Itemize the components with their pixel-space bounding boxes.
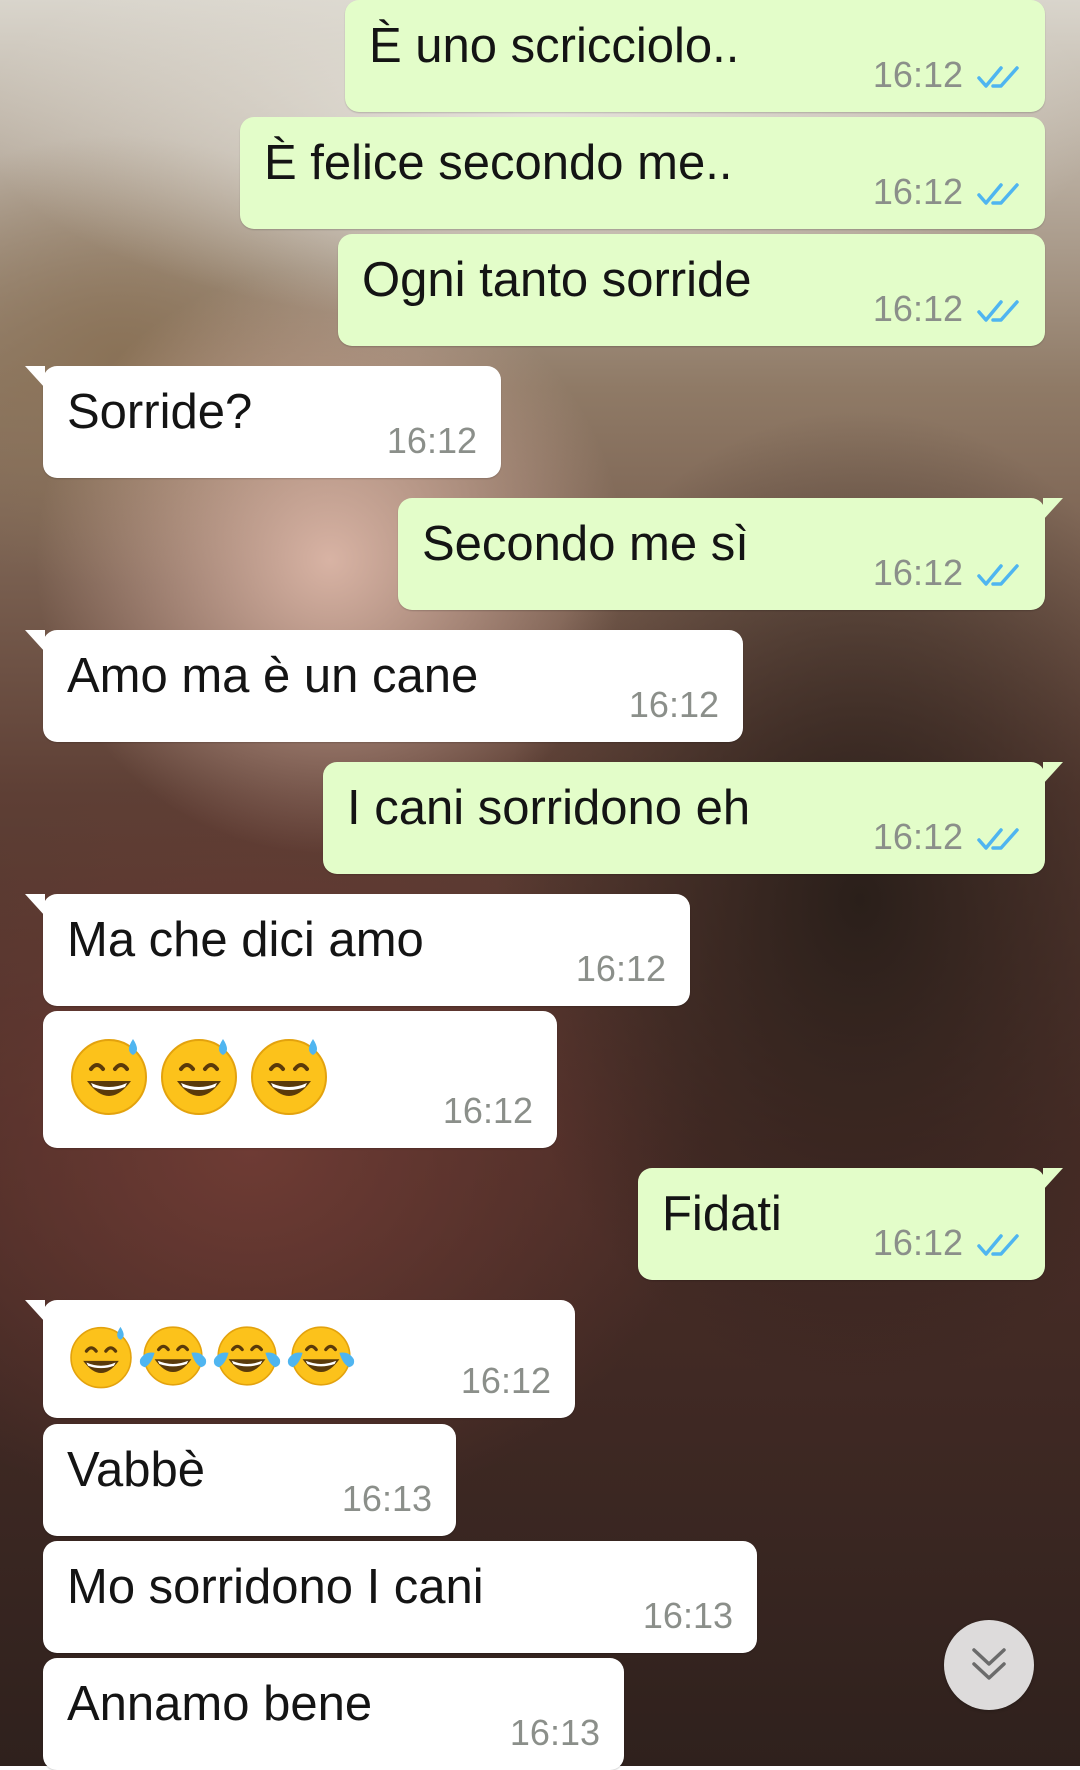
read-ticks-icon <box>977 1234 1019 1256</box>
message-time: 16:12 <box>872 54 963 95</box>
read-ticks-icon <box>977 66 1019 88</box>
bubble-tail <box>25 894 45 916</box>
message-time: 16:12 <box>442 1090 533 1131</box>
emoji-row <box>67 1322 357 1390</box>
message-text: È uno scricciolo.. <box>369 19 740 73</box>
incoming-message[interactable]: 16:12 <box>25 1300 575 1418</box>
message-text: I cani sorridono eh <box>347 781 751 835</box>
message-text: Ma che dici amo <box>67 913 424 967</box>
message-time: 16:13 <box>509 1712 600 1753</box>
incoming-message[interactable]: Amo ma è un cane 16:12 <box>25 630 743 742</box>
message-text: Fidati <box>662 1187 782 1241</box>
message-time: 16:12 <box>872 552 963 593</box>
message-time: 16:12 <box>386 420 477 461</box>
message-time: 16:12 <box>872 288 963 329</box>
grinning-sweat-emoji-icon <box>70 1326 132 1389</box>
incoming-message[interactable]: Annamo bene 16:13 <box>43 1658 624 1770</box>
bubble-tail <box>25 1300 45 1322</box>
message-text: Ogni tanto sorride <box>362 253 752 307</box>
message-text: Secondo me sì <box>422 517 749 571</box>
message-time: 16:12 <box>575 948 666 989</box>
outgoing-message[interactable]: Fidati 16:12 <box>638 1168 1063 1280</box>
message-text: È felice secondo me.. <box>264 136 733 190</box>
message-time: 16:13 <box>341 1478 432 1519</box>
message-text: Annamo bene <box>67 1677 373 1731</box>
bubble-tail <box>25 630 45 652</box>
message-text: Vabbè <box>67 1443 206 1497</box>
tears-of-joy-emoji-icon <box>139 1326 207 1386</box>
grinning-sweat-emoji-icon <box>71 1039 147 1115</box>
message-time: 16:12 <box>872 1222 963 1263</box>
bubble-tail <box>1043 498 1063 520</box>
incoming-message[interactable]: Ma che dici amo 16:12 <box>25 894 690 1006</box>
grinning-sweat-emoji-icon <box>251 1039 327 1115</box>
message-time: 16:12 <box>872 171 963 212</box>
bubble-tail <box>1043 762 1063 784</box>
outgoing-message[interactable]: I cani sorridono eh 16:12 <box>323 762 1063 874</box>
incoming-message[interactable]: Mo sorridono I cani 16:13 <box>43 1541 757 1653</box>
emoji-row <box>67 1033 331 1117</box>
incoming-message[interactable]: Vabbè 16:13 <box>43 1424 456 1536</box>
outgoing-message[interactable]: Secondo me sì 16:12 <box>398 498 1063 610</box>
scroll-to-bottom-button[interactable] <box>944 1620 1034 1710</box>
read-ticks-icon <box>977 300 1019 322</box>
message-text: Mo sorridono I cani <box>67 1560 484 1614</box>
tears-of-joy-emoji-icon <box>287 1326 355 1386</box>
outgoing-message[interactable]: È uno scricciolo.. 16:12 <box>345 0 1045 112</box>
message-time: 16:12 <box>460 1360 551 1401</box>
incoming-message[interactable]: Sorride? 16:12 <box>25 366 501 478</box>
message-time: 16:12 <box>872 816 963 857</box>
outgoing-message[interactable]: È felice secondo me.. 16:12 <box>240 117 1045 229</box>
message-time: 16:13 <box>642 1595 733 1636</box>
read-ticks-icon <box>977 183 1019 205</box>
incoming-message[interactable]: 16:12 <box>43 1011 557 1148</box>
outgoing-message[interactable]: Ogni tanto sorride 16:12 <box>338 234 1045 346</box>
grinning-sweat-emoji-icon <box>161 1039 237 1115</box>
read-ticks-icon <box>977 564 1019 586</box>
double-chevron-down-icon <box>972 1648 1006 1680</box>
read-ticks-icon <box>977 828 1019 850</box>
message-time: 16:12 <box>628 684 719 725</box>
message-text: Amo ma è un cane <box>67 649 479 703</box>
message-text: Sorride? <box>67 385 253 439</box>
bubble-tail <box>1043 1168 1063 1190</box>
tears-of-joy-emoji-icon <box>213 1326 281 1386</box>
bubble-tail <box>25 366 45 388</box>
